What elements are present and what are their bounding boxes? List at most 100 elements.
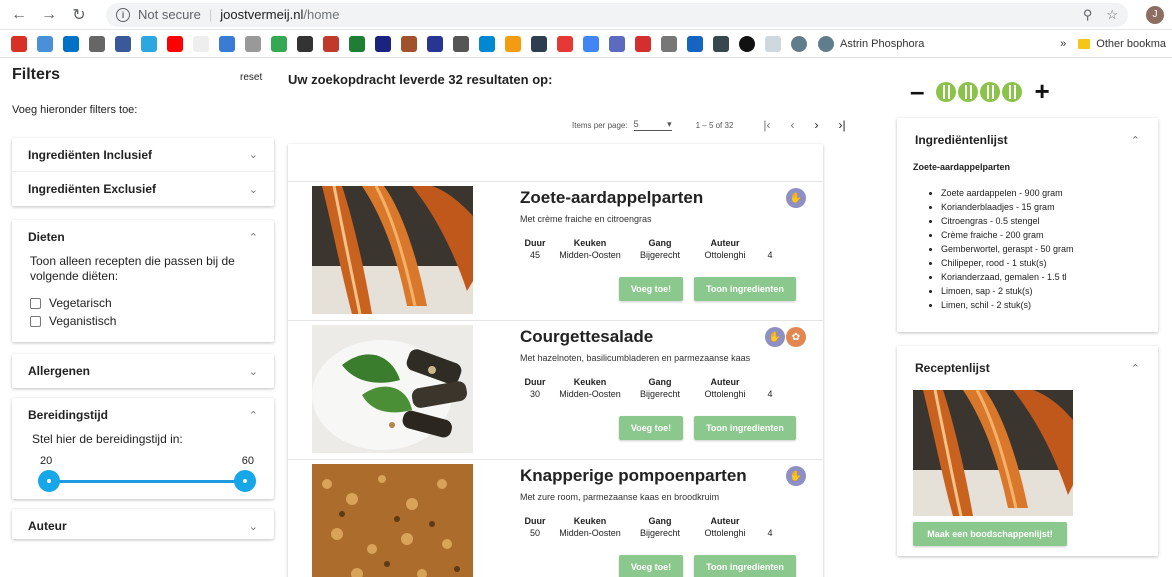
add-recipe-button[interactable]: Voeg toe! bbox=[619, 555, 683, 577]
make-shopping-list-button[interactable]: Maak een boodschappenlijst! bbox=[913, 522, 1067, 546]
more-bookmarks-icon[interactable]: » bbox=[1060, 38, 1066, 50]
recipe-image[interactable] bbox=[312, 186, 473, 314]
last-page-icon[interactable]: ›| bbox=[839, 118, 846, 132]
star-icon[interactable]: ☆ bbox=[1106, 7, 1118, 23]
plate-icon bbox=[936, 81, 957, 102]
vegetarian-icon: ✋ bbox=[786, 188, 806, 208]
recipe-duration: 30 bbox=[529, 389, 540, 399]
outlook-icon[interactable] bbox=[63, 35, 79, 52]
address-bar[interactable]: i Not secure | joostvermeij.nl /home ⚲ ☆ bbox=[106, 2, 1128, 27]
bookmark-icon[interactable] bbox=[479, 35, 495, 52]
bookmark-icon[interactable] bbox=[453, 35, 469, 52]
show-ingredients-button[interactable]: Toon ingredienten bbox=[694, 555, 796, 577]
wikipedia-icon[interactable] bbox=[193, 35, 209, 52]
diets-header[interactable]: Dieten ⌃ bbox=[12, 220, 274, 254]
bookmark-icon[interactable] bbox=[505, 35, 521, 52]
recipe-course: Bijgerecht bbox=[639, 389, 681, 399]
maps-icon[interactable] bbox=[271, 35, 287, 52]
prep-time-slider[interactable] bbox=[38, 469, 256, 493]
recipe-title[interactable]: Courgettesalade bbox=[520, 327, 653, 347]
bookmark-icon[interactable] bbox=[245, 35, 261, 52]
bookmark-icon[interactable] bbox=[661, 35, 677, 52]
recipe-author: Ottolenghi bbox=[704, 528, 746, 538]
prep-time-header[interactable]: Bereidingstijd ⌃ bbox=[12, 398, 274, 432]
bookmark-icon[interactable] bbox=[375, 35, 391, 52]
ingredients-exclusive-header[interactable]: Ingrediënten Exclusief ⌄ bbox=[12, 172, 274, 206]
checkbox-icon[interactable] bbox=[30, 315, 41, 327]
recipelist-panel-header[interactable]: Receptenlijst ⌃ bbox=[897, 346, 1158, 390]
bookmark-astrin[interactable]: Astrin Phosphora bbox=[818, 35, 924, 52]
slider-max-thumb[interactable] bbox=[234, 470, 256, 492]
allergens-header[interactable]: Allergenen ⌄ bbox=[12, 354, 274, 388]
plate-icon bbox=[958, 81, 979, 102]
decrease-servings-button[interactable]: – bbox=[910, 76, 924, 107]
slider-min-thumb[interactable] bbox=[38, 470, 60, 492]
filters-subtitle: Voeg hieronder filters toe: bbox=[12, 104, 138, 116]
bookmark-icon[interactable] bbox=[323, 35, 339, 52]
bookmark-icon[interactable] bbox=[349, 35, 365, 52]
plate-icon bbox=[980, 81, 1001, 102]
other-bookmarks[interactable]: Other bookma bbox=[1078, 38, 1166, 50]
show-ingredients-button[interactable]: Toon ingredienten bbox=[694, 277, 796, 301]
recipelist-image[interactable] bbox=[913, 390, 1073, 516]
ingredients-list: Zoete aardappelen - 900 gram Korianderbl… bbox=[913, 186, 1142, 312]
recipe-image[interactable] bbox=[312, 464, 473, 577]
globe-icon[interactable] bbox=[791, 35, 807, 52]
bookmark-icon[interactable] bbox=[89, 35, 105, 52]
info-icon[interactable]: i bbox=[116, 7, 130, 22]
ingredients-panel-header[interactable]: Ingrediëntenlijst ⌃ bbox=[897, 118, 1158, 162]
bookmark-icon[interactable] bbox=[531, 35, 547, 52]
bookmark-icon[interactable] bbox=[557, 35, 573, 52]
translate-icon[interactable] bbox=[583, 35, 599, 52]
bookmark-icon[interactable] bbox=[635, 35, 651, 52]
bookmark-icon[interactable] bbox=[687, 35, 703, 52]
filters-title: Filters bbox=[12, 66, 61, 83]
increase-servings-button[interactable]: + bbox=[1034, 76, 1049, 107]
next-page-icon[interactable]: › bbox=[815, 118, 819, 132]
gmail-icon[interactable] bbox=[11, 35, 27, 52]
diet-checkbox-vegetarian[interactable]: Vegetarisch bbox=[30, 296, 256, 310]
allergens-panel: Allergenen ⌄ bbox=[12, 354, 274, 388]
bookmark-icon[interactable] bbox=[765, 35, 781, 52]
forward-icon[interactable]: → bbox=[38, 4, 60, 26]
ingredients-inclusive-header[interactable]: Ingrediënten Inclusief ⌄ bbox=[12, 138, 274, 172]
first-page-icon[interactable]: |‹ bbox=[763, 118, 770, 132]
zoom-icon[interactable]: ⚲ bbox=[1083, 7, 1093, 23]
bookmark-icon[interactable] bbox=[401, 35, 417, 52]
previous-page-icon[interactable]: ‹ bbox=[791, 118, 795, 132]
recipe-title[interactable]: Knapperige pompoenparten bbox=[520, 466, 747, 486]
facebook-icon[interactable] bbox=[115, 35, 131, 52]
list-item: Citroengras - 0.5 stengel bbox=[941, 214, 1142, 228]
add-recipe-button[interactable]: Voeg toe! bbox=[619, 416, 683, 440]
author-panel: Auteur ⌄ bbox=[12, 509, 274, 539]
bookmark-icon[interactable] bbox=[141, 35, 157, 52]
back-icon[interactable]: ← bbox=[8, 4, 30, 26]
results-list: Zoete-aardappelparten ✋ Met crème fraich… bbox=[288, 144, 823, 577]
checkbox-icon[interactable] bbox=[30, 297, 41, 309]
recipe-title[interactable]: Zoete-aardappelparten bbox=[520, 188, 703, 208]
bookmark-icon[interactable] bbox=[739, 35, 755, 52]
recipe-image[interactable] bbox=[312, 325, 473, 453]
bookmark-icon[interactable] bbox=[37, 35, 53, 52]
bookmark-icon[interactable] bbox=[609, 35, 625, 52]
list-item: Gemberwortel, geraspt - 50 gram bbox=[941, 242, 1142, 256]
list-item: Limen, schil - 2 stuk(s) bbox=[941, 298, 1142, 312]
bookmark-icon[interactable] bbox=[427, 35, 443, 52]
profile-avatar[interactable]: J bbox=[1146, 5, 1164, 24]
youtube-icon[interactable] bbox=[167, 35, 183, 52]
add-recipe-button[interactable]: Voeg toe! bbox=[619, 277, 683, 301]
servings-control: – + bbox=[910, 76, 1050, 107]
prep-time-description: Stel hier de bereidingstijd in: bbox=[32, 432, 183, 446]
reload-icon[interactable]: ↻ bbox=[68, 4, 90, 26]
bookmark-icon[interactable] bbox=[297, 35, 313, 52]
recipe-course: Bijgerecht bbox=[639, 528, 681, 538]
bookmark-icon[interactable] bbox=[219, 35, 235, 52]
slider-max-label: 60 bbox=[241, 455, 254, 467]
items-per-page-select[interactable]: 5 ▾ bbox=[633, 119, 672, 131]
reset-button[interactable]: reset bbox=[240, 72, 262, 83]
show-ingredients-button[interactable]: Toon ingredienten bbox=[694, 416, 796, 440]
globe-icon bbox=[818, 35, 834, 52]
author-header[interactable]: Auteur ⌄ bbox=[12, 509, 274, 539]
bookmark-icon[interactable] bbox=[713, 35, 729, 52]
diet-checkbox-vegan[interactable]: Veganistisch bbox=[30, 314, 256, 328]
